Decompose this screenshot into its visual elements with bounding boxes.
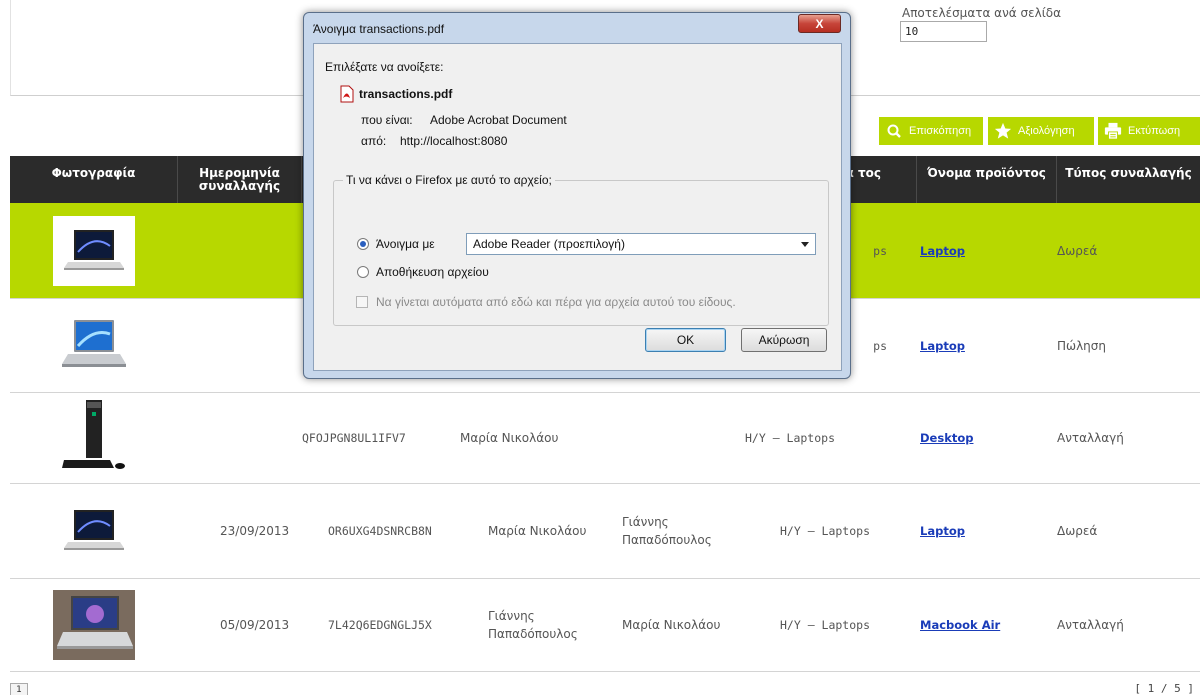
transaction-type: Δωρεά [1057, 524, 1098, 538]
laptop-vaio-icon [53, 215, 135, 286]
laptop-vaio-icon [53, 496, 135, 566]
table-row[interactable]: 05/09/2013 7L42Q6EDGNGLJ5X Γιάννης Παπαδ… [10, 579, 1200, 672]
dialog-close-button[interactable]: X [798, 14, 841, 33]
transaction-code: 7L42Q6EDGNGLJ5X [328, 618, 432, 632]
open-with-radio[interactable] [357, 238, 369, 250]
page-button[interactable]: 1 [10, 683, 28, 695]
header-product-name[interactable]: Όνομα προϊόντος [917, 156, 1057, 203]
cancel-button[interactable]: Ακύρωση [741, 328, 827, 352]
dialog-filename: transactions.pdf [359, 87, 453, 101]
product-link[interactable]: Laptop [920, 339, 965, 353]
print-button-label: Εκτύπωση [1128, 125, 1181, 137]
product-link[interactable]: Laptop [920, 524, 965, 538]
product-link[interactable]: Laptop [920, 244, 965, 258]
dialog-body: Επιλέξατε να ανοίξετε: transactions.pdf … [313, 43, 842, 371]
table-row[interactable]: 23/09/2013 OR6UXG4DSNRCB8N Μαρία Νικολάο… [10, 484, 1200, 579]
open-with-label: Άνοιγμα με [376, 237, 435, 251]
transaction-date: 05/09/2013 [220, 618, 290, 632]
transaction-code: OR6UXG4DSNRCB8N [328, 524, 432, 538]
ok-button[interactable]: OK [645, 328, 726, 352]
dialog-title: Άνοιγμα transactions.pdf [313, 22, 445, 36]
file-type-value: Adobe Acrobat Document [430, 113, 567, 127]
file-type-label: που είναι: [361, 113, 413, 127]
table-row[interactable]: QFOJPGN8UL1IFV7 Μαρία Νικολάου H/Y – Lap… [10, 393, 1200, 484]
transaction-from: Γιάννης Παπαδόπουλος [488, 609, 578, 641]
header-transaction-type[interactable]: Τύπος συναλλαγής [1057, 156, 1200, 203]
star-icon [994, 122, 1012, 140]
printer-icon [1104, 122, 1122, 140]
preview-button-label: Επισκόπηση [909, 125, 972, 137]
magnifier-icon [885, 122, 903, 140]
macbook-air-icon [53, 590, 135, 660]
print-button[interactable]: Εκτύπωση [1098, 117, 1200, 145]
rate-button[interactable]: Αξιολόγηση [988, 117, 1094, 145]
save-file-label: Αποθήκευση αρχείου [376, 265, 489, 279]
open-with-select[interactable]: Adobe Reader (προεπιλογή) [466, 233, 816, 255]
transaction-category: H/Y – Laptops [780, 618, 871, 632]
product-link[interactable]: Macbook Air [920, 618, 1000, 632]
desktop-pc-icon [53, 400, 135, 473]
transaction-date: 23/09/2013 [220, 524, 290, 538]
save-file-radio[interactable] [357, 266, 369, 278]
transaction-to: Γιάννης Παπαδόπουλος [622, 515, 712, 547]
rate-button-label: Αξιολόγηση [1018, 125, 1075, 137]
transaction-category: H/Y – Laptops [780, 524, 871, 538]
header-date[interactable]: Ημερομηνία συναλλαγής [178, 156, 302, 203]
auto-action-label: Να γίνεται αυτόματα από εδώ και πέρα για… [376, 295, 736, 309]
results-per-page-label: Αποτελέσματα ανά σελίδα [902, 6, 1062, 20]
preview-button[interactable]: Επισκόπηση [879, 117, 983, 145]
pdf-file-icon [339, 85, 355, 106]
auto-action-checkbox[interactable] [356, 296, 368, 308]
header-photo[interactable]: Φωτογραφία [10, 156, 178, 203]
open-file-dialog: Άνοιγμα transactions.pdf X Επιλέξατε να … [303, 12, 851, 379]
page-count: [ 1 / 5 ] [1134, 682, 1194, 695]
dialog-prompt: Επιλέξατε να ανοίξετε: [325, 60, 444, 74]
chevron-down-icon [801, 242, 809, 247]
results-per-page-input[interactable]: 10 [900, 21, 987, 42]
file-source-label: από: [361, 134, 387, 148]
transaction-from: Μαρία Νικολάου [488, 524, 587, 538]
laptop-silver-icon [53, 311, 135, 381]
product-link[interactable]: Desktop [920, 431, 973, 445]
close-icon: X [815, 16, 824, 31]
action-group-title: Τι να κάνει ο Firefox με αυτό το αρχείο; [343, 173, 555, 187]
file-source-value: http://localhost:8080 [400, 134, 508, 148]
transaction-type: Ανταλλαγή [1057, 618, 1124, 632]
transaction-to: Μαρία Νικολάου [622, 618, 721, 632]
open-with-selected: Adobe Reader (προεπιλογή) [473, 237, 625, 251]
